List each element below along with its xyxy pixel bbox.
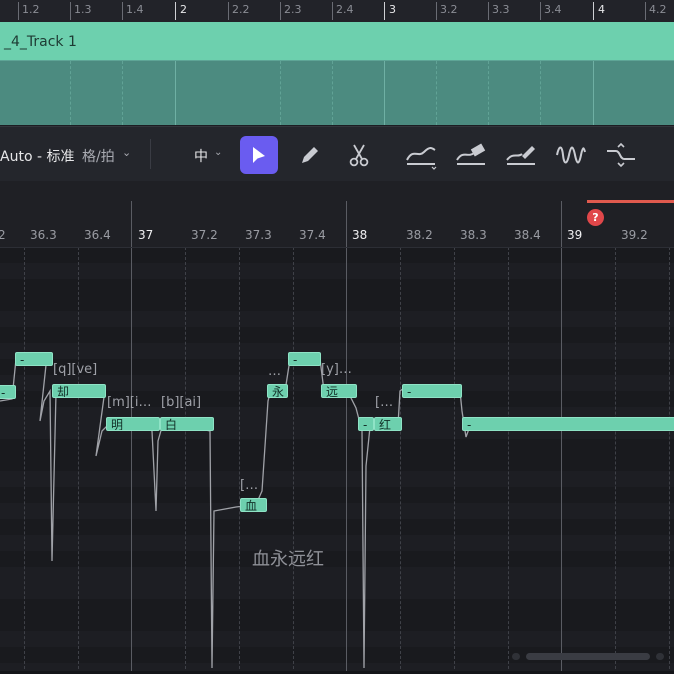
ruler-label: 3 [389,3,396,16]
grid-line [332,61,333,125]
track-clip-header[interactable]: _4_Track 1 [0,22,674,60]
ruler-label: 2.3 [284,3,302,16]
phoneme-label: [q][ve] [53,362,98,377]
ruler-tick [18,2,19,20]
pitch-eraser-icon [456,143,486,165]
scroll-left-handle[interactable] [512,653,520,660]
ruler-tick [384,2,385,20]
ruler-label: 3.2 [440,3,458,16]
ruler-label: 4.2 [649,3,667,16]
pitch-erase-tool-button[interactable] [452,136,490,174]
ruler-tick [332,2,333,20]
piano-roll-editor[interactable]: 2 36.3 36.4 37 37.2 37.3 37.4 38 38.2 38… [0,181,674,674]
note[interactable]: - [15,352,53,366]
transition-icon [607,142,635,168]
note[interactable]: 明 [106,417,160,431]
ruler-label: 1.2 [22,3,40,16]
note[interactable]: 白 [160,417,214,431]
scissors-tool-button[interactable] [340,136,378,174]
phoneme-label: … [268,364,281,379]
note[interactable]: 红 [374,417,402,431]
phoneme-label: [… [375,395,394,410]
ruler-label: 2.2 [232,3,250,16]
note[interactable]: - [462,417,674,431]
ruler-tick [540,2,541,20]
ruler-tick [436,2,437,20]
vibrato-tool-button[interactable] [552,136,590,174]
scroll-right-handle[interactable] [656,653,664,660]
size-selector[interactable]: 中 [194,146,208,166]
ruler-label: 3.4 [544,3,562,16]
pencil-icon [302,147,318,163]
pitch-curve-icon [406,147,437,170]
chevron-down-icon[interactable]: ⌄ [122,146,131,159]
bar-line [175,61,176,125]
ruler-label: 1.3 [74,3,92,16]
note[interactable]: 远 [321,384,357,398]
note[interactable]: 血 [240,498,267,512]
grid-line [70,61,71,125]
phoneme-label: [m][i… [107,395,152,410]
ruler-label: 3.3 [492,3,510,16]
phoneme-label: [y]… [321,362,352,377]
ruler-tick [645,2,646,20]
ruler-tick [175,2,176,20]
editor-toolbar: Auto - 标准 格/拍 ⌄ 中 ⌄ [0,126,674,182]
pitch-curve-tool-button[interactable] [402,136,440,174]
track-clip-body[interactable] [0,60,674,125]
ruler-tick [228,2,229,20]
grid-line [436,61,437,125]
cursor-arrow-icon [253,147,265,163]
grid-line [540,61,541,125]
grid-line [122,61,123,125]
ruler-tick [122,2,123,20]
mode-selector[interactable]: Auto - 标准 [0,146,74,166]
select-tool-button[interactable] [240,136,278,174]
transition-tool-button[interactable] [602,136,640,174]
timeline-ruler[interactable]: 1.2 1.3 1.4 2 2.2 2.3 2.4 3 3.2 3.3 3.4 … [0,0,674,23]
note[interactable]: - [358,417,374,431]
ruler-label: 4 [598,3,605,16]
pencil-tool-button[interactable] [291,136,329,174]
ruler-label: 1.4 [126,3,144,16]
toolbar-divider [150,139,151,169]
bar-line [384,61,385,125]
ruler-tick [280,2,281,20]
ruler-tick [488,2,489,20]
grid-line [488,61,489,125]
lyric-text: 血永远红 [252,549,324,570]
note[interactable]: 永 [267,384,288,398]
phoneme-label: [b][ai] [161,395,202,410]
chevron-down-icon[interactable]: ⌄ [214,147,222,158]
ruler-label: 2.4 [336,3,354,16]
note[interactable]: - [402,384,462,398]
ruler-label: 2 [180,3,187,16]
note[interactable]: 却 [52,384,106,398]
grid-line [280,61,281,125]
horizontal-scrollbar[interactable] [526,653,650,660]
grid-selector[interactable]: 格/拍 [82,146,115,166]
vibrato-icon [556,146,586,164]
scissors-icon [349,144,369,167]
bar-line [593,61,594,125]
note[interactable]: - [0,385,16,399]
track-name: _4_Track 1 [4,34,77,50]
pitch-line-icon [506,146,535,165]
note[interactable]: - [288,352,321,366]
pitch-line-tool-button[interactable] [502,136,540,174]
phoneme-label: [… [240,478,259,493]
ruler-tick [70,2,71,20]
ruler-tick [593,2,594,20]
